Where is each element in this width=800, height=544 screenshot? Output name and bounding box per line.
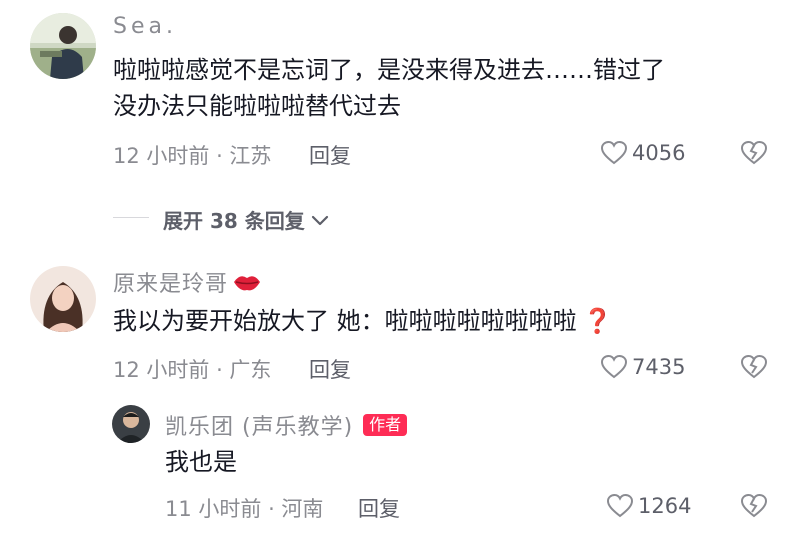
like-button[interactable]: 1264	[606, 493, 691, 519]
avatar[interactable]	[112, 405, 150, 443]
lips-icon	[234, 276, 261, 291]
expand-replies-label: 展开 38 条回复	[163, 209, 305, 233]
author-badge: 作者	[363, 414, 408, 436]
avatar[interactable]	[30, 13, 96, 79]
like-button[interactable]: 4056	[600, 140, 685, 166]
question-emoji: ❓	[582, 307, 613, 335]
reply-text: 我也是	[165, 448, 237, 476]
heart-icon	[600, 354, 628, 379]
reply-button[interactable]: 回复	[309, 140, 351, 170]
comment-username[interactable]: 原来是玲哥	[113, 266, 228, 298]
comment-username[interactable]: Sea.	[113, 14, 177, 39]
reply-button[interactable]: 回复	[358, 493, 400, 523]
broken-heart-icon	[740, 354, 768, 379]
like-button[interactable]: 7435	[600, 354, 685, 380]
chevron-down-icon	[311, 215, 328, 225]
expand-replies-button[interactable]: 展开 38 条回复	[163, 205, 329, 234]
broken-heart-icon	[740, 493, 768, 518]
comment-meta: 12 小时前 · 广东	[113, 358, 272, 382]
comment-text: 啦啦啦感觉不是忘词了，是没来得及进去……错过了	[113, 56, 665, 84]
dislike-button[interactable]	[740, 493, 768, 523]
divider	[113, 217, 149, 218]
like-count: 4056	[632, 141, 686, 165]
dislike-button[interactable]	[740, 354, 768, 384]
like-count: 7435	[632, 355, 686, 379]
reply-meta: 11 小时前 · 河南	[165, 497, 324, 521]
reply-button[interactable]: 回复	[309, 354, 351, 384]
dislike-button[interactable]	[740, 140, 768, 170]
comment-text: 我以为要开始放大了 她：啦啦啦啦啦啦啦啦	[113, 307, 577, 335]
like-count: 1264	[638, 494, 692, 518]
heart-icon	[606, 493, 634, 518]
heart-icon	[600, 140, 628, 165]
broken-heart-icon	[740, 140, 768, 165]
reply-username[interactable]: 凯乐团 (声乐教学)	[165, 409, 353, 441]
comment-text: 没办法只能啦啦啦替代过去	[113, 92, 401, 120]
comment-meta: 12 小时前 · 江苏	[113, 144, 272, 168]
avatar[interactable]	[30, 266, 96, 332]
